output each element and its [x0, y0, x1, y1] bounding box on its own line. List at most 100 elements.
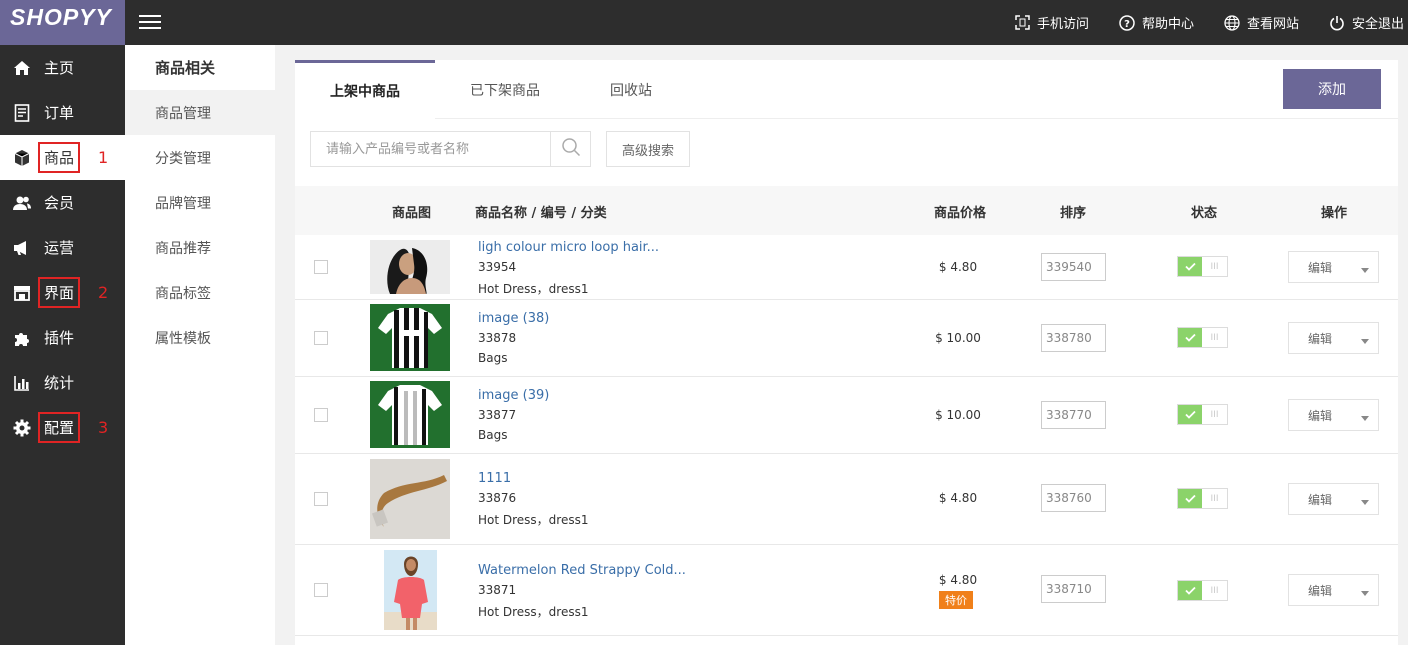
add-button[interactable]: 添加 [1283, 69, 1381, 109]
tab-on-shelf[interactable]: 上架中商品 [295, 60, 435, 119]
subnav-item-category-management[interactable]: 分类管理 [125, 135, 275, 180]
sidebar-item-plugins[interactable]: 插件 [0, 315, 125, 360]
subnav-title: 商品相关 [155, 59, 216, 77]
search-input[interactable] [311, 132, 551, 166]
row-checkbox[interactable] [314, 331, 328, 345]
status-toggle[interactable]: III [1177, 404, 1228, 425]
bar-chart-icon [0, 375, 44, 391]
product-category: Hot Dress，dress1 [478, 282, 589, 296]
row-checkbox[interactable] [314, 492, 328, 506]
more-actions-dropdown[interactable] [1351, 575, 1378, 605]
product-image-striped-jersey-back[interactable] [370, 381, 450, 448]
svg-text:?: ? [1124, 19, 1130, 30]
check-icon [1178, 581, 1202, 600]
table-row: 1111 33876 Hot Dress，dress1 $ 4.80 33876… [295, 454, 1398, 545]
status-toggle[interactable]: III [1177, 580, 1228, 601]
sidebar: 主页 订单 商品 1 会员 运营 界面 2 插件 统计 配置 3 [0, 45, 125, 645]
sort-order-input[interactable]: 338710 [1041, 575, 1106, 603]
advanced-search-button[interactable]: 高级搜索 [606, 131, 690, 167]
product-image-red-top-model[interactable] [384, 550, 437, 630]
sidebar-item-home[interactable]: 主页 [0, 45, 125, 90]
col-header-image: 商品图 [392, 206, 432, 221]
col-header-price[interactable]: 商品价格 [934, 202, 986, 221]
product-number: 33876 [478, 491, 517, 505]
product-name-link[interactable]: Watermelon Red Strappy Cold... [478, 563, 686, 578]
product-name-link[interactable]: image (38) [478, 311, 549, 326]
help-center-link[interactable]: ? 帮助中心 [1119, 0, 1194, 45]
product-number: 33878 [478, 331, 517, 345]
product-name-link[interactable]: 1111 [478, 471, 511, 486]
caret-down-icon [1360, 490, 1369, 509]
subnav-item-product-recommend[interactable]: 商品推荐 [125, 225, 275, 270]
product-image-striped-jersey[interactable] [370, 304, 450, 371]
more-actions-dropdown[interactable] [1351, 323, 1378, 353]
product-category: Bags [478, 428, 508, 442]
edit-button[interactable]: 编辑 [1289, 575, 1351, 605]
caret-down-icon [1360, 406, 1369, 425]
row-checkbox[interactable] [314, 260, 328, 274]
sort-order-input[interactable]: 338770 [1041, 401, 1106, 429]
toggle-off-marker: III [1210, 261, 1219, 272]
logo[interactable]: SHOPYY [0, 0, 125, 45]
logout-link[interactable]: 安全退出 [1329, 0, 1404, 45]
subnav-item-product-management[interactable]: 商品管理 [125, 90, 275, 135]
globe-icon [1224, 14, 1240, 31]
annotation-number: 3 [98, 418, 109, 437]
sidebar-item-operations[interactable]: 运营 [0, 225, 125, 270]
sidebar-item-members[interactable]: 会员 [0, 180, 125, 225]
view-site-link[interactable]: 查看网站 [1224, 0, 1299, 45]
main-panel: 上架中商品 已下架商品 回收站 添加 高级搜索 商品图 商品名称 / 编号 / … [295, 60, 1398, 645]
help-circle-icon: ? [1119, 14, 1135, 31]
sort-order-input[interactable]: 338760 [1041, 484, 1106, 512]
top-bar: SHOPYY 手机访问 ? 帮助中心 查看网站 安全退出 [0, 0, 1408, 45]
sub-navigation: 商品相关 商品管理 分类管理 品牌管理 商品推荐 商品标签 属性模板 [125, 45, 275, 645]
tab-recycle-bin[interactable]: 回收站 [575, 60, 687, 119]
more-actions-dropdown[interactable] [1351, 252, 1378, 282]
more-actions-dropdown[interactable] [1351, 400, 1378, 430]
status-toggle[interactable]: III [1177, 256, 1228, 277]
table-row: ligh colour micro loop hair... 33954 Hot… [295, 235, 1398, 300]
sidebar-item-products[interactable]: 商品 1 [0, 135, 125, 180]
subnav-item-product-tags[interactable]: 商品标签 [125, 270, 275, 315]
mobile-access-link[interactable]: 手机访问 [1015, 0, 1089, 45]
mobile-access-label: 手机访问 [1036, 17, 1089, 32]
row-checkbox[interactable] [314, 408, 328, 422]
product-image-curly-hair-model[interactable] [370, 240, 450, 294]
menu-toggle-icon[interactable] [139, 11, 161, 33]
col-header-sort[interactable]: 排序 [1060, 202, 1086, 221]
subnav-item-attribute-templates[interactable]: 属性模板 [125, 315, 275, 360]
sidebar-item-interface[interactable]: 界面 2 [0, 270, 125, 315]
sidebar-item-stats[interactable]: 统计 [0, 360, 125, 405]
edit-button[interactable]: 编辑 [1289, 400, 1351, 430]
product-image-hair-extension[interactable] [370, 459, 450, 539]
product-price: $ 4.80 [938, 573, 978, 587]
subnav-item-brand-management[interactable]: 品牌管理 [125, 180, 275, 225]
status-toggle[interactable]: III [1177, 327, 1228, 348]
action-group: 编辑 [1288, 251, 1379, 283]
sidebar-item-label: 配置 [38, 412, 81, 443]
edit-button[interactable]: 编辑 [1289, 323, 1351, 353]
table-header: 商品图 商品名称 / 编号 / 分类 商品价格 排序 状态 操作 [295, 186, 1398, 235]
sale-badge: 特价 [939, 591, 973, 609]
search-button[interactable] [550, 132, 590, 166]
status-toggle[interactable]: III [1177, 488, 1228, 509]
sort-order-input[interactable]: 339540 [1041, 253, 1106, 281]
product-price: $ 4.80 [938, 260, 978, 274]
sidebar-item-settings[interactable]: 配置 3 [0, 405, 125, 450]
product-number: 33871 [478, 583, 517, 597]
product-name-link[interactable]: image (39) [478, 388, 549, 403]
sidebar-item-label: 主页 [44, 59, 75, 77]
row-checkbox[interactable] [314, 583, 328, 597]
sidebar-item-orders[interactable]: 订单 [0, 90, 125, 135]
check-icon [1178, 257, 1202, 276]
product-category: Bags [478, 351, 508, 365]
edit-button[interactable]: 编辑 [1289, 252, 1351, 282]
sort-order-input[interactable]: 338780 [1041, 324, 1106, 352]
tab-off-shelf[interactable]: 已下架商品 [435, 60, 575, 119]
power-icon [1329, 15, 1345, 31]
product-name-link[interactable]: ligh colour micro loop hair... [478, 240, 659, 255]
more-actions-dropdown[interactable] [1351, 484, 1378, 514]
action-group: 编辑 [1288, 574, 1379, 606]
search-icon [561, 137, 581, 161]
edit-button[interactable]: 编辑 [1289, 484, 1351, 514]
